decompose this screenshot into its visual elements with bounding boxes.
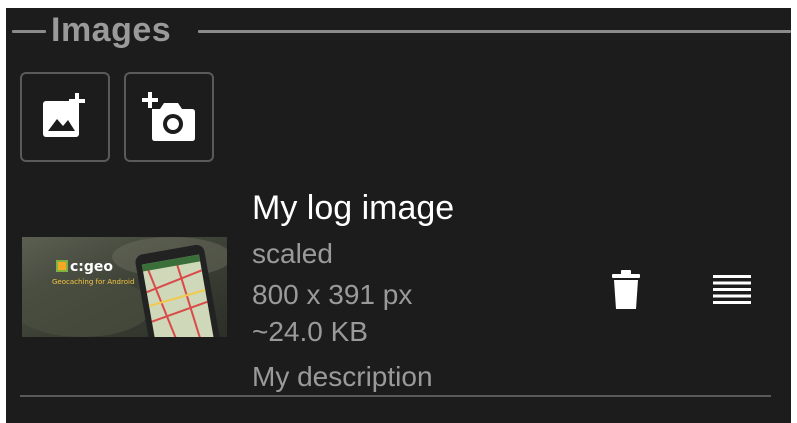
image-title: My log image — [252, 189, 455, 227]
drag-handle-icon — [713, 275, 751, 304]
section-header: Images — [6, 8, 791, 56]
take-photo-button[interactable] — [124, 72, 214, 162]
item-divider — [20, 395, 771, 397]
header-rule-right — [198, 30, 791, 33]
image-status: scaled — [252, 238, 333, 269]
add-photo-icon — [43, 93, 85, 137]
add-image-button[interactable] — [20, 72, 110, 162]
header-rule-left — [12, 30, 46, 33]
image-file-size: ~24.0 KB — [252, 316, 368, 347]
trash-icon — [612, 270, 640, 309]
thumbnail-logo-text: c:geo — [70, 259, 113, 275]
images-panel: Images c:geo Geocaching for Android My l… — [6, 8, 791, 423]
reorder-handle-button[interactable] — [704, 262, 760, 318]
delete-image-button[interactable] — [598, 262, 654, 318]
add-camera-icon — [142, 92, 195, 141]
thumbnail-subtext: Geocaching for Android — [52, 278, 134, 286]
image-thumbnail[interactable]: c:geo Geocaching for Android — [22, 237, 227, 337]
thumbnail-graphic: c:geo Geocaching for Android — [22, 237, 227, 337]
image-dimensions: 800 x 391 px — [252, 279, 413, 310]
image-description: My description — [252, 361, 433, 392]
section-title: Images — [51, 11, 172, 49]
